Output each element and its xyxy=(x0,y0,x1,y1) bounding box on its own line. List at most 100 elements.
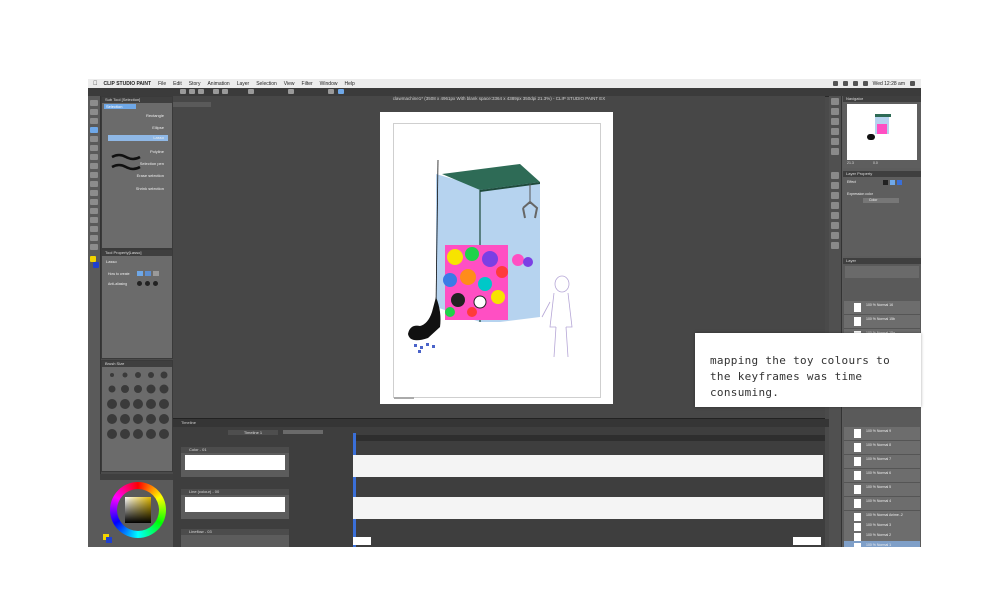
menu-clock[interactable]: Wed 12:28 am xyxy=(873,81,905,87)
sub-view-icon[interactable] xyxy=(831,108,839,115)
menu-window[interactable]: Window xyxy=(320,81,338,87)
text-tool-icon[interactable] xyxy=(90,235,98,241)
track-line-colour[interactable]: Line (colour) - 00 xyxy=(181,489,289,519)
eyedropper-tool-icon[interactable] xyxy=(90,136,98,142)
saturation-square[interactable] xyxy=(125,497,151,523)
wifi-icon[interactable] xyxy=(852,81,858,86)
effect-color-button[interactable] xyxy=(890,180,895,185)
track-lineflow-keyframe-start[interactable] xyxy=(353,537,371,545)
animation-cels-icon[interactable] xyxy=(831,192,839,199)
eraser-tool-icon[interactable] xyxy=(90,181,98,187)
ruler-snap-icon[interactable] xyxy=(338,89,344,94)
layer-row-8[interactable]: 100 % Normal 8 xyxy=(844,441,920,455)
layer-row-5[interactable]: 100 % Normal 5 xyxy=(844,483,920,497)
layer-row-6[interactable]: 100 % Normal 6 xyxy=(844,469,920,483)
layer-row-7[interactable]: 100 % Normal 7 xyxy=(844,455,920,469)
timeline-name[interactable]: Timeline 1 xyxy=(228,430,278,435)
layer-row-15b[interactable]: 100 % Normal 15b xyxy=(844,315,920,329)
material-icon[interactable] xyxy=(831,128,839,135)
playhead[interactable] xyxy=(353,433,356,547)
aa-weak-radio[interactable] xyxy=(145,281,150,286)
aa-none-radio[interactable] xyxy=(137,281,142,286)
frame-tool-icon[interactable] xyxy=(90,226,98,232)
zoom-tool-icon[interactable] xyxy=(90,100,98,106)
menu-layer[interactable]: Layer xyxy=(237,81,250,87)
track-color[interactable]: Color - 01 xyxy=(181,447,289,477)
brush-tool-icon[interactable] xyxy=(90,163,98,169)
figure-tool-icon[interactable] xyxy=(90,217,98,223)
effect-tone-button[interactable] xyxy=(897,180,902,185)
layer-toolbar[interactable] xyxy=(845,266,919,278)
transform-icon[interactable] xyxy=(288,89,294,94)
item-bank-icon[interactable] xyxy=(831,118,839,125)
menu-view[interactable]: View xyxy=(284,81,295,87)
layer-search-icon[interactable] xyxy=(831,182,839,189)
new-file-icon[interactable] xyxy=(180,89,186,94)
menu-story[interactable]: Story xyxy=(189,81,201,87)
track-lineflow-keyframe-end[interactable] xyxy=(793,537,821,545)
blend-tool-icon[interactable] xyxy=(90,190,98,196)
battery-icon[interactable] xyxy=(862,81,868,86)
subtool-rectangle[interactable]: Rectangle xyxy=(108,113,168,119)
secondary-color-swatch[interactable] xyxy=(106,537,112,543)
navigator-icon[interactable] xyxy=(831,98,839,105)
color-history-icon[interactable] xyxy=(831,202,839,209)
auto-action-icon[interactable] xyxy=(831,148,839,155)
menu-help[interactable]: Help xyxy=(344,81,354,87)
subtract-selection-button[interactable] xyxy=(153,271,159,276)
layer-property-icon[interactable] xyxy=(831,172,839,179)
pen-tool-icon[interactable] xyxy=(90,145,98,151)
operation-tool-icon[interactable] xyxy=(90,118,98,124)
layer-row-9[interactable]: 100 % Normal 9 xyxy=(844,427,920,441)
playback-controls[interactable] xyxy=(283,430,323,434)
color-slider-icon[interactable] xyxy=(831,222,839,229)
move-tool-icon[interactable] xyxy=(90,109,98,115)
navigator-angle[interactable]: 0.0 xyxy=(873,161,878,165)
subtool-shrink-selection[interactable]: Shrink selection xyxy=(108,186,168,192)
navigator-preview[interactable] xyxy=(847,104,917,160)
pencil-tool-icon[interactable] xyxy=(90,154,98,160)
menu-edit[interactable]: Edit xyxy=(173,81,182,87)
approximate-color-icon[interactable] xyxy=(831,242,839,249)
correct-line-tool-icon[interactable] xyxy=(90,244,98,250)
track-line-colour-frames[interactable] xyxy=(353,497,823,519)
dropbox-icon[interactable] xyxy=(832,81,838,86)
track-lineflow[interactable]: Lineflow - 03 xyxy=(181,529,289,547)
menu-filter[interactable]: Filter xyxy=(302,81,313,87)
menu-selection[interactable]: Selection xyxy=(256,81,277,87)
app-name-menu[interactable]: CLIP STUDIO PAINT xyxy=(104,81,152,87)
fill-tool-icon[interactable] xyxy=(90,199,98,205)
layer-row-16[interactable]: 100 % Normal 16 xyxy=(844,301,920,315)
track-color-frames[interactable] xyxy=(353,455,823,477)
snap-icon[interactable] xyxy=(328,89,334,94)
expression-color-select[interactable]: Color xyxy=(863,198,899,203)
clear-icon[interactable] xyxy=(248,89,254,94)
apple-icon[interactable]:  xyxy=(93,81,98,87)
navigator-tab[interactable]: Navigator xyxy=(843,96,921,102)
open-icon[interactable] xyxy=(189,89,195,94)
menu-animation[interactable]: Animation xyxy=(207,81,229,87)
navigator-zoom[interactable]: 21.3 xyxy=(847,161,854,165)
redo-icon[interactable] xyxy=(222,89,228,94)
gradient-tool-icon[interactable] xyxy=(90,208,98,214)
selection-tool-icon[interactable] xyxy=(90,127,98,133)
create-new-selection-button[interactable] xyxy=(137,271,143,276)
intermediate-color-icon[interactable] xyxy=(831,232,839,239)
tab-selection[interactable]: Selection xyxy=(104,104,136,109)
sub-color-swatch[interactable] xyxy=(93,262,99,268)
layer-row-1[interactable]: 100 % Normal 1 xyxy=(844,541,920,547)
undo-icon[interactable] xyxy=(213,89,219,94)
save-icon[interactable] xyxy=(198,89,204,94)
layer-row-4[interactable]: 100 % Normal 4 xyxy=(844,497,920,511)
add-selection-button[interactable] xyxy=(145,271,151,276)
timeline-ruler[interactable] xyxy=(353,435,825,441)
search-icon[interactable] xyxy=(910,81,915,86)
effect-border-button[interactable] xyxy=(883,180,888,185)
airbrush-tool-icon[interactable] xyxy=(90,172,98,178)
canvas-page[interactable] xyxy=(380,112,613,404)
color-set-icon[interactable] xyxy=(831,212,839,219)
subtool-lasso[interactable]: Lasso xyxy=(108,135,168,141)
aa-strong-radio[interactable] xyxy=(153,281,158,286)
history-icon[interactable] xyxy=(831,138,839,145)
canvas-tab[interactable] xyxy=(173,102,211,107)
